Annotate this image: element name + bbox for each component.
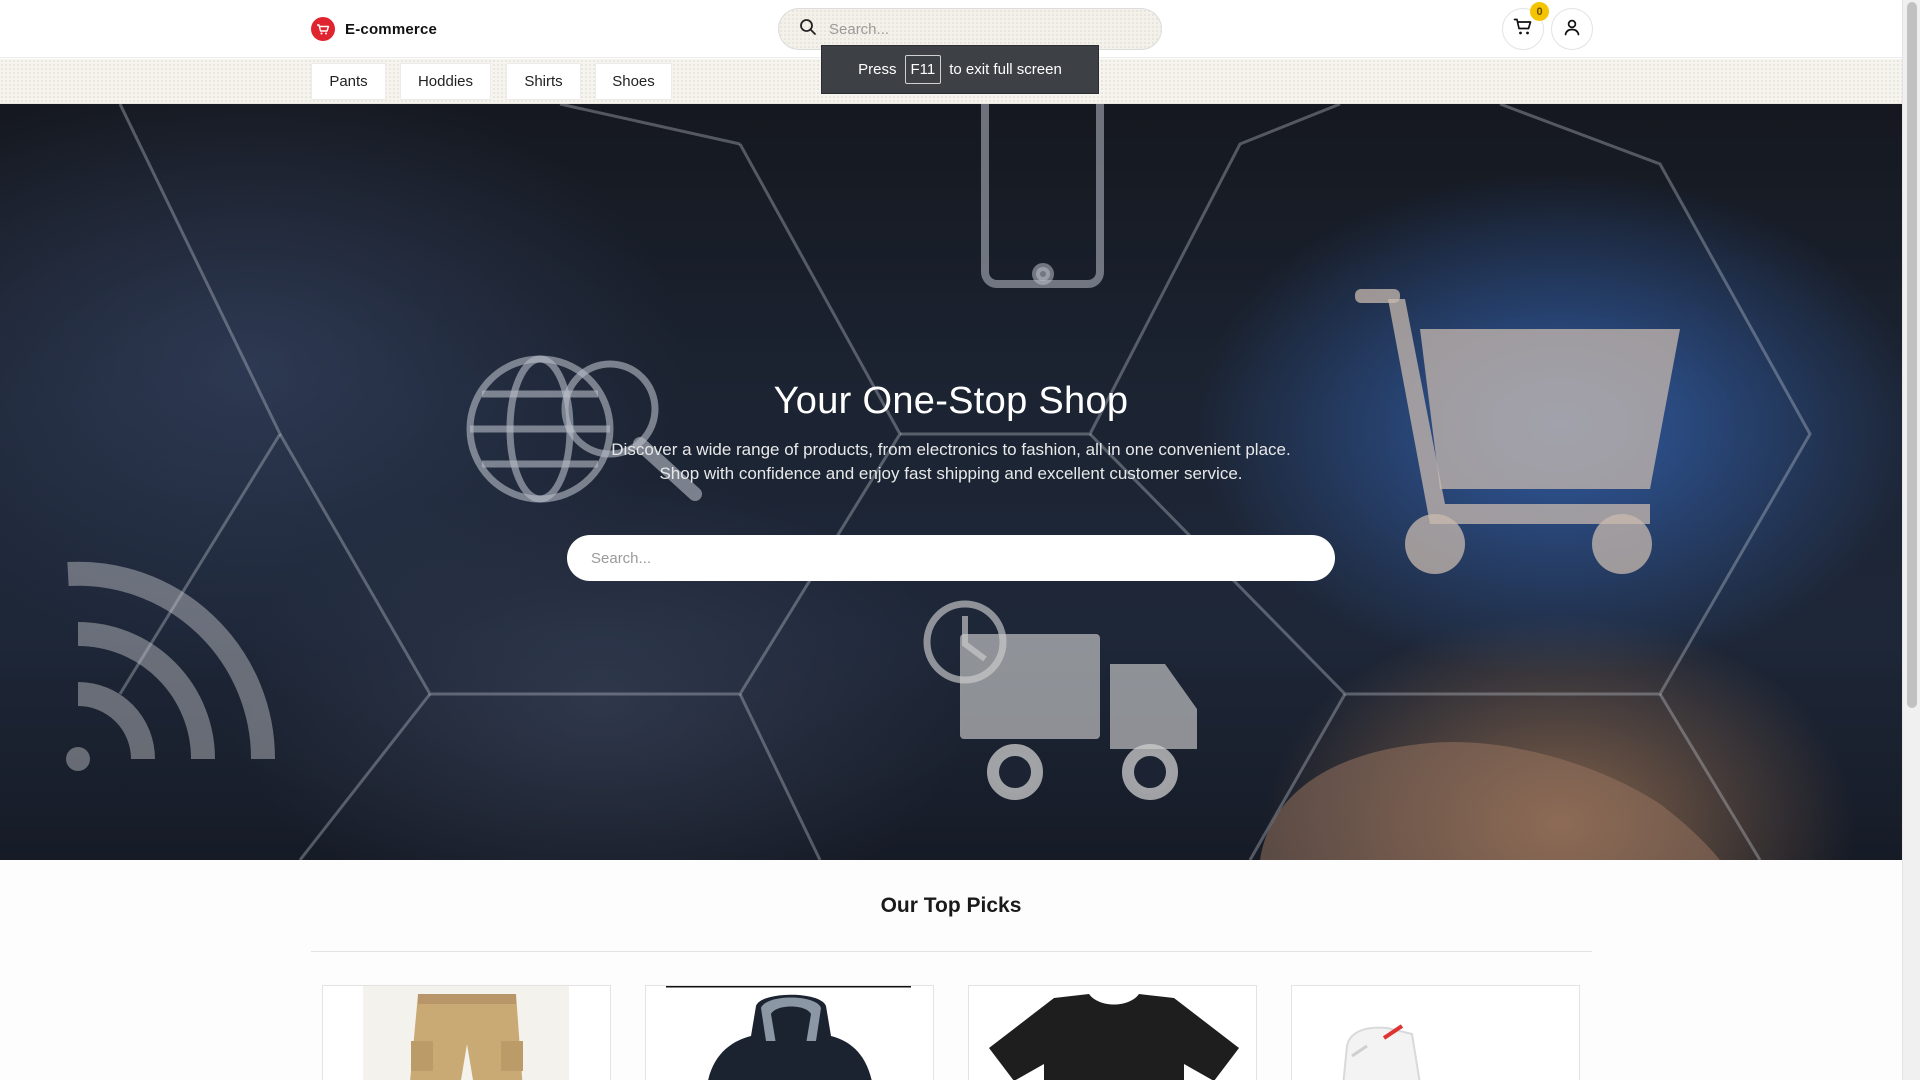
hero-title: Your One-Stop Shop	[773, 380, 1129, 422]
top-picks-heading: Our Top Picks	[880, 894, 1022, 917]
phone-icon	[981, 104, 1104, 288]
sneaker-image	[1342, 1024, 1421, 1080]
search-icon	[799, 18, 817, 41]
toast-text-after: to exit full screen	[949, 61, 1062, 78]
hero-search-input[interactable]	[567, 535, 1335, 581]
category-pants[interactable]: Pants	[311, 63, 386, 100]
cart-icon	[1513, 17, 1533, 42]
hoodie-image	[666, 986, 911, 1080]
account-button[interactable]	[1551, 8, 1593, 50]
shopping-basket-icon	[311, 17, 335, 41]
category-shoes[interactable]: Shoes	[595, 63, 672, 100]
user-icon	[1563, 18, 1581, 41]
toast-key: F11	[904, 55, 942, 84]
hero-subtitle: Discover a wide range of products, from …	[0, 438, 1902, 486]
category-hoodies[interactable]: Hoddies	[400, 63, 491, 100]
hero-subtitle-line-1: Discover a wide range of products, from …	[611, 440, 1291, 459]
product-card-shorts[interactable]	[322, 985, 611, 1080]
cart-button[interactable]: 0	[1502, 2, 1549, 50]
cargo-shorts-image	[363, 986, 569, 1080]
brand-logo[interactable]: E-commerce	[311, 17, 437, 41]
delivery-truck-icon	[923, 600, 1197, 800]
page: E-commerce 0	[0, 0, 1902, 1080]
product-card-sneaker[interactable]	[1291, 985, 1580, 1080]
toast-text-before: Press	[858, 61, 897, 78]
fullscreen-exit-notice: Press F11 to exit full screen	[821, 45, 1099, 94]
header-search-box[interactable]	[778, 8, 1162, 50]
category-shirts[interactable]: Shirts	[506, 63, 581, 100]
product-card-tshirt[interactable]	[968, 985, 1257, 1080]
scrollbar-thumb[interactable]	[1907, 2, 1917, 708]
cart-count-badge: 0	[1530, 2, 1549, 21]
hand-silhouette	[1260, 742, 1720, 860]
page-scrollbar[interactable]	[1902, 0, 1920, 1080]
section-divider	[311, 951, 1592, 952]
header-search-input[interactable]	[829, 20, 1129, 38]
product-card-hoodie[interactable]	[645, 985, 934, 1080]
wifi-signal-icon	[66, 561, 276, 771]
brand-name: E-commerce	[345, 20, 438, 38]
hero-subtitle-line-2: Shop with confidence and enjoy fast ship…	[659, 464, 1243, 483]
hero-banner: Your One-Stop Shop Discover a wide range…	[0, 104, 1902, 860]
shopping-cart-art-icon	[1355, 289, 1680, 574]
tshirt-image	[989, 994, 1239, 1080]
